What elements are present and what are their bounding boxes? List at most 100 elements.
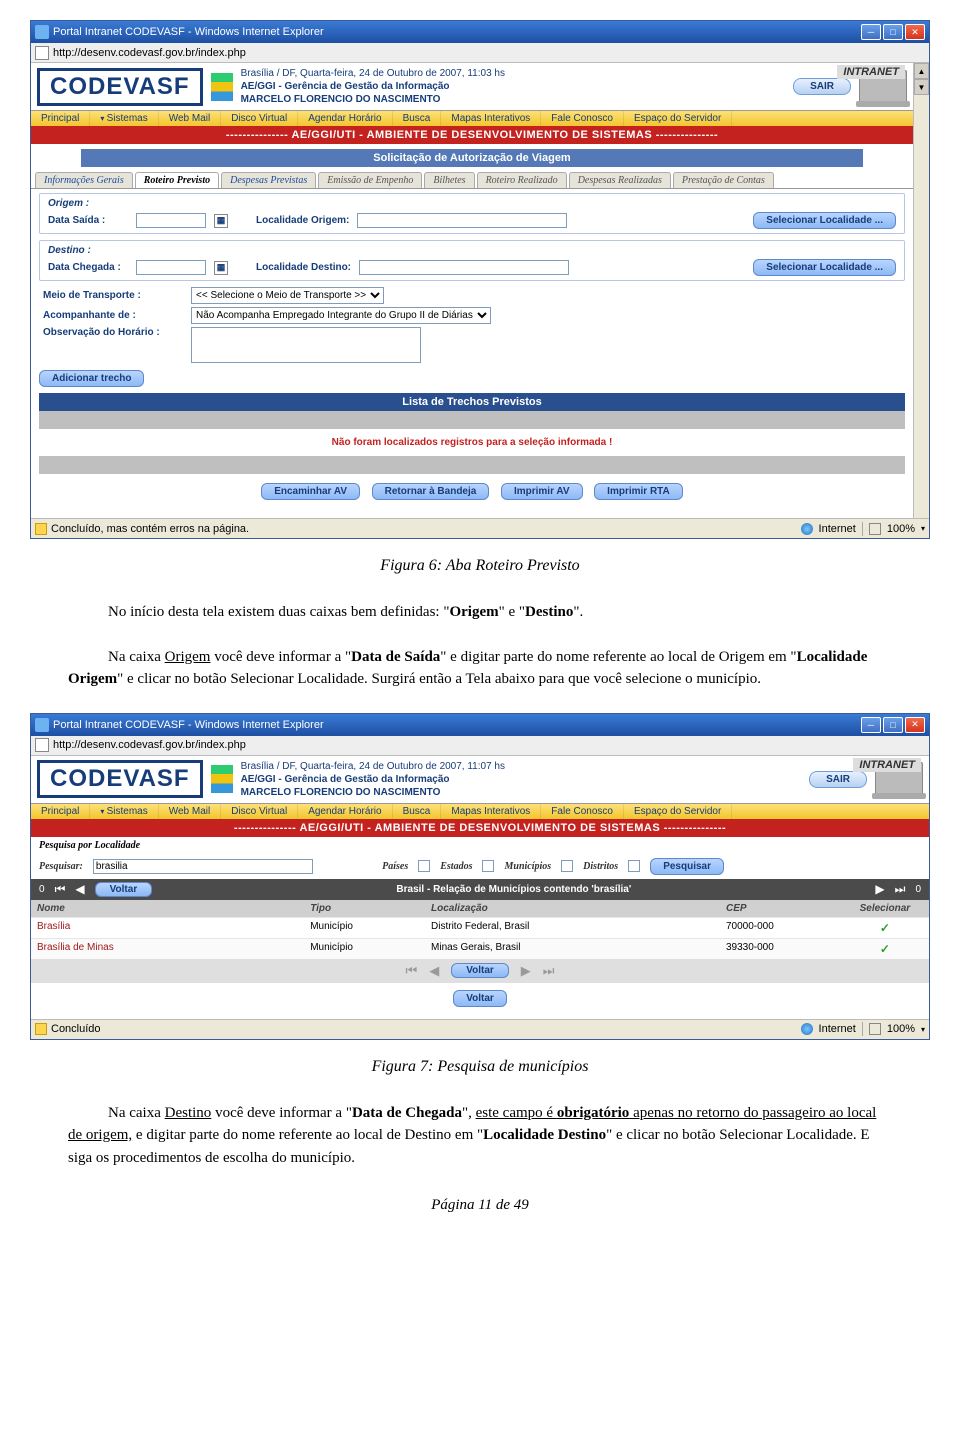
filter-distritos: Distritos: [583, 861, 618, 872]
imprimir-rta-button[interactable]: Imprimir RTA: [594, 483, 683, 500]
nav-agendar[interactable]: Agendar Horário: [298, 804, 392, 819]
page-icon: [35, 46, 49, 60]
data-chegada-input[interactable]: [136, 260, 206, 275]
nav-webmail[interactable]: Web Mail: [159, 804, 222, 819]
nav-webmail[interactable]: Web Mail: [159, 111, 222, 126]
selecionar-localidade-origem-button[interactable]: Selecionar Localidade ...: [753, 212, 896, 229]
nav-sistemas[interactable]: Sistemas: [90, 111, 158, 126]
tab-bilhetes[interactable]: Bilhetes: [424, 172, 474, 188]
tab-despesas-realizadas[interactable]: Despesas Realizadas: [569, 172, 671, 188]
calendar-icon[interactable]: ▦: [214, 261, 228, 275]
nav-busca[interactable]: Busca: [393, 111, 442, 126]
imprimir-av-button[interactable]: Imprimir AV: [501, 483, 583, 500]
tab-roteiro-realizado[interactable]: Roteiro Realizado: [477, 172, 567, 188]
ie-statusbar: Concluído Internet 100% ▾: [31, 1019, 929, 1039]
ie-window-1: Portal Intranet CODEVASF - Windows Inter…: [30, 20, 930, 539]
tab-prestacao-contas[interactable]: Prestação de Contas: [673, 172, 774, 188]
next-page-icon[interactable]: ▶: [875, 882, 884, 896]
col-tipo: Tipo: [304, 900, 425, 917]
nav-fale[interactable]: Fale Conosco: [541, 111, 624, 126]
header-date: Brasília / DF, Quarta-feira, 24 de Outub…: [241, 760, 810, 773]
list-header: Lista de Trechos Previstos: [39, 393, 905, 411]
destino-section: Destino : Data Chegada : ▦ Localidade De…: [39, 240, 905, 281]
pesquisar-button[interactable]: Pesquisar: [650, 858, 724, 875]
last-page-icon[interactable]: ⏭: [543, 963, 555, 979]
voltar-button-mid[interactable]: Voltar: [451, 963, 509, 978]
voltar-button-bottom[interactable]: Voltar: [453, 990, 507, 1007]
retornar-bandeja-button[interactable]: Retornar à Bandeja: [372, 483, 490, 500]
first-page-icon[interactable]: ⏮: [55, 882, 66, 897]
prev-page-icon[interactable]: ◀: [75, 882, 84, 896]
nav-espaco[interactable]: Espaço do Servidor: [624, 111, 732, 126]
scrollbar[interactable]: ▲ ▼: [913, 63, 929, 518]
cell-nome[interactable]: Brasília: [31, 918, 304, 938]
tab-despesas-previstas[interactable]: Despesas Previstas: [221, 172, 316, 188]
minimize-button[interactable]: ─: [861, 717, 881, 733]
data-saida-label: Data Saída :: [48, 215, 128, 226]
header-dept: AE/GGI - Gerência de Gestão da Informaçã…: [241, 773, 810, 786]
distritos-checkbox[interactable]: [628, 860, 640, 872]
nav-disco[interactable]: Disco Virtual: [221, 804, 298, 819]
calendar-icon[interactable]: ▦: [214, 214, 228, 228]
select-check-icon[interactable]: ✓: [880, 921, 890, 935]
data-saida-input[interactable]: [136, 213, 206, 228]
loc-origem-input[interactable]: [357, 213, 567, 228]
encaminhar-av-button[interactable]: Encaminhar AV: [261, 483, 360, 500]
meio-transporte-select[interactable]: << Selecione o Meio de Transporte >>: [191, 287, 384, 304]
page-number: Página 11 de 49: [30, 1197, 930, 1214]
loc-destino-label: Localidade Destino:: [256, 262, 351, 273]
selecionar-localidade-destino-button[interactable]: Selecionar Localidade ...: [753, 259, 896, 276]
paises-checkbox[interactable]: [418, 860, 430, 872]
tab-roteiro-previsto[interactable]: Roteiro Previsto: [135, 172, 219, 188]
close-button[interactable]: ✕: [905, 717, 925, 733]
municipios-checkbox[interactable]: [561, 860, 573, 872]
nav-sistemas[interactable]: Sistemas: [90, 804, 158, 819]
cell-cep: 70000-000: [720, 918, 841, 938]
zoom-dropdown-icon[interactable]: ▾: [921, 1025, 925, 1034]
observacao-textarea[interactable]: [191, 327, 421, 363]
next-page-icon[interactable]: ▶: [521, 963, 531, 979]
cell-nome[interactable]: Brasília de Minas: [31, 939, 304, 959]
last-page-icon[interactable]: ⏭: [895, 882, 906, 897]
scroll-up-icon[interactable]: ▲: [914, 63, 929, 79]
zoom-icon: [869, 1023, 881, 1035]
sair-button[interactable]: SAIR: [793, 78, 851, 95]
tabs: Informações Gerais Roteiro Previsto Desp…: [31, 172, 913, 189]
minimize-button[interactable]: ─: [861, 24, 881, 40]
nav-espaco[interactable]: Espaço do Servidor: [624, 804, 732, 819]
zoom-dropdown-icon[interactable]: ▾: [921, 524, 925, 533]
tab-info-gerais[interactable]: Informações Gerais: [35, 172, 133, 188]
prev-page-icon[interactable]: ◀: [429, 963, 439, 979]
paragraph-2: Na caixa Origem você deve informar a "Da…: [68, 646, 892, 691]
pesquisar-input[interactable]: [93, 859, 313, 874]
nav-mapas[interactable]: Mapas Interativos: [441, 111, 541, 126]
close-button[interactable]: ✕: [905, 24, 925, 40]
estados-checkbox[interactable]: [482, 860, 494, 872]
zone-label: Internet: [819, 1023, 856, 1035]
nav-principal[interactable]: Principal: [31, 111, 90, 126]
acompanhante-select[interactable]: Não Acompanha Empregado Integrante do Gr…: [191, 307, 491, 324]
warning-icon: [35, 523, 47, 535]
nav-disco[interactable]: Disco Virtual: [221, 111, 298, 126]
maximize-button[interactable]: □: [883, 24, 903, 40]
voltar-button-top[interactable]: Voltar: [95, 882, 153, 897]
nav-principal[interactable]: Principal: [31, 804, 90, 819]
adicionar-trecho-button[interactable]: Adicionar trecho: [39, 370, 144, 387]
nav-busca[interactable]: Busca: [393, 804, 442, 819]
select-check-icon[interactable]: ✓: [880, 942, 890, 956]
loc-destino-input[interactable]: [359, 260, 569, 275]
first-page-icon[interactable]: ⏮: [405, 963, 417, 979]
subheader: Solicitação de Autorização de Viagem: [81, 149, 863, 167]
nav-fale[interactable]: Fale Conosco: [541, 804, 624, 819]
nav-mapas[interactable]: Mapas Interativos: [441, 804, 541, 819]
scroll-down-icon[interactable]: ▼: [914, 79, 929, 95]
col-localizacao: Localização: [425, 900, 720, 917]
sair-button[interactable]: SAIR: [809, 771, 867, 788]
results-title: Brasil - Relação de Municípios contendo …: [162, 884, 865, 895]
col-selecionar: Selecionar: [841, 900, 929, 917]
zoom-level: 100%: [887, 523, 915, 535]
page-icon: [35, 738, 49, 752]
tab-emissao-empenho[interactable]: Emissão de Empenho: [318, 172, 422, 188]
nav-agendar[interactable]: Agendar Horário: [298, 111, 392, 126]
maximize-button[interactable]: □: [883, 717, 903, 733]
